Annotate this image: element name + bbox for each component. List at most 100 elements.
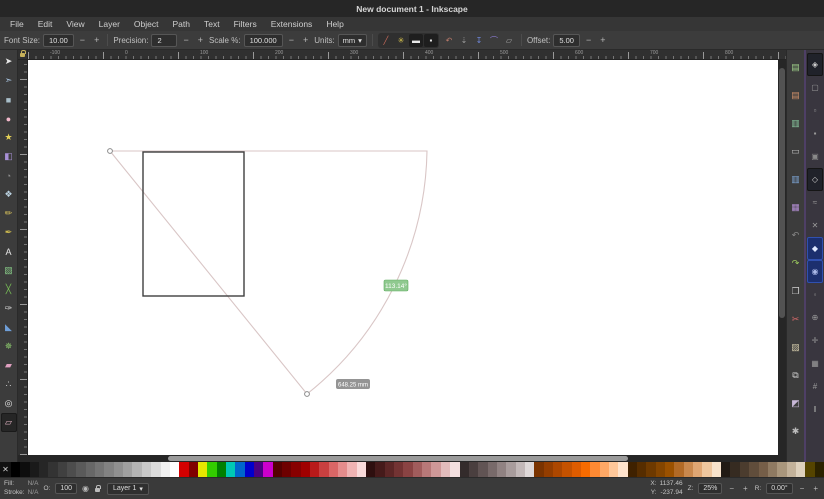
palette-swatch[interactable]: [310, 462, 319, 477]
snap-bbox-edges[interactable]: ▫: [807, 99, 823, 122]
palette-swatch[interactable]: [254, 462, 263, 477]
vertical-scrollbar-thumb[interactable]: [779, 68, 785, 318]
calligraphy-tool[interactable]: ✒: [1, 223, 17, 242]
palette-swatch[interactable]: [815, 462, 824, 477]
palette-swatch[interactable]: [712, 462, 721, 477]
phantom-measure[interactable]: ⇣: [457, 34, 471, 47]
palette-swatch[interactable]: [375, 462, 384, 477]
font-size-input[interactable]: 10.00: [43, 34, 74, 47]
palette-swatch[interactable]: [618, 462, 627, 477]
palette-swatch[interactable]: [422, 462, 431, 477]
snap-object-centers[interactable]: ⊕: [807, 306, 823, 329]
snap-bbox[interactable]: ▢: [807, 76, 823, 99]
mesh-tool[interactable]: ╳: [1, 280, 17, 299]
palette-swatch[interactable]: [525, 462, 534, 477]
zoom-tool[interactable]: ◎: [1, 394, 17, 413]
zoom-input[interactable]: 25%: [698, 483, 722, 494]
palette-swatch[interactable]: [170, 462, 179, 477]
palette-swatch[interactable]: [590, 462, 599, 477]
cut[interactable]: ✂: [788, 305, 804, 333]
document-new[interactable]: ▤: [788, 53, 804, 81]
palette-swatch[interactable]: [759, 462, 768, 477]
measure-tool[interactable]: ▱: [1, 413, 17, 432]
measure-start-node[interactable]: [108, 149, 113, 154]
offset-minus-button[interactable]: −: [583, 35, 594, 45]
palette-swatch[interactable]: [572, 462, 581, 477]
palette-swatch[interactable]: [20, 462, 29, 477]
palette-swatch[interactable]: [347, 462, 356, 477]
palette-swatch[interactable]: [291, 462, 300, 477]
menu-path[interactable]: Path: [166, 18, 196, 30]
precision-input[interactable]: 2: [151, 34, 177, 47]
font-size-plus-button[interactable]: +: [91, 35, 102, 45]
gradient-tool[interactable]: ▧: [1, 261, 17, 280]
precision-plus-button[interactable]: +: [195, 35, 206, 45]
snap-grids[interactable]: #: [807, 375, 823, 398]
document-open[interactable]: ▤: [788, 81, 804, 109]
vertical-scrollbar[interactable]: [778, 60, 786, 455]
measure-end-node[interactable]: [305, 392, 310, 397]
ellipse-tool[interactable]: ●: [1, 109, 17, 128]
palette-swatch[interactable]: [656, 462, 665, 477]
rotation-plus-button[interactable]: +: [811, 484, 820, 493]
palette-swatch[interactable]: [740, 462, 749, 477]
palette-swatch[interactable]: [123, 462, 132, 477]
vertical-ruler[interactable]: [18, 60, 28, 455]
layer-lock-icon[interactable]: [94, 484, 102, 494]
copy[interactable]: ❐: [788, 277, 804, 305]
rotation-input[interactable]: 0.00°: [766, 483, 792, 494]
layer-selector[interactable]: Layer 1 ▾: [107, 483, 149, 495]
palette-swatch[interactable]: [263, 462, 272, 477]
tweak-tool[interactable]: ❖: [1, 185, 17, 204]
snap-nodes[interactable]: ◇: [807, 168, 823, 191]
export[interactable]: ▦: [788, 193, 804, 221]
document-save[interactable]: ▥: [788, 109, 804, 137]
opacity-input[interactable]: 100: [55, 483, 77, 494]
palette-swatch[interactable]: [665, 462, 674, 477]
palette-swatch[interactable]: [581, 462, 590, 477]
show-hidden-intersections[interactable]: ▪: [424, 34, 438, 47]
selector-tool[interactable]: ➤: [1, 52, 17, 71]
palette-swatch[interactable]: [132, 462, 141, 477]
palette-swatch[interactable]: [329, 462, 338, 477]
snap-rotation-centers[interactable]: ✛: [807, 329, 823, 352]
snap-guides[interactable]: ‖: [807, 398, 823, 421]
rectangle-shape[interactable]: [143, 152, 244, 296]
palette-swatch[interactable]: [58, 462, 67, 477]
palette-swatch[interactable]: [142, 462, 151, 477]
palette-swatch[interactable]: [245, 462, 254, 477]
palette-swatch[interactable]: [441, 462, 450, 477]
palette-swatch[interactable]: [357, 462, 366, 477]
snap-page-border[interactable]: ▦: [807, 352, 823, 375]
fill-stroke-indicator[interactable]: Fill: N/A Stroke: N/A: [4, 480, 38, 498]
snap-bbox-centers[interactable]: ▣: [807, 145, 823, 168]
units-dropdown[interactable]: mm ▾: [338, 34, 367, 47]
font-size-minus-button[interactable]: −: [77, 35, 88, 45]
menu-extensions[interactable]: Extensions: [265, 18, 319, 30]
palette-swatch[interactable]: [684, 462, 693, 477]
eraser-tool[interactable]: ▰: [1, 356, 17, 375]
redo[interactable]: ↷: [788, 249, 804, 277]
palette-swatch[interactable]: [460, 462, 469, 477]
menu-view[interactable]: View: [60, 18, 90, 30]
palette-swatch[interactable]: [674, 462, 683, 477]
scale-plus-button[interactable]: +: [300, 35, 311, 45]
layer-visibility-icon[interactable]: ◉: [82, 484, 89, 493]
menu-edit[interactable]: Edit: [32, 18, 59, 30]
reverse-measure[interactable]: ↶: [442, 34, 456, 47]
menu-text[interactable]: Text: [198, 18, 226, 30]
zoom-minus-button[interactable]: −: [727, 484, 736, 493]
palette-swatch[interactable]: [86, 462, 95, 477]
palette-swatch[interactable]: [403, 462, 412, 477]
offset-plus-button[interactable]: +: [597, 35, 608, 45]
palette-swatch[interactable]: [497, 462, 506, 477]
palette-swatch[interactable]: [413, 462, 422, 477]
ruler-corner[interactable]: [18, 50, 28, 60]
palette-swatch[interactable]: [385, 462, 394, 477]
fill-stroke-dialog[interactable]: ◩: [788, 389, 804, 417]
palette-swatch[interactable]: [600, 462, 609, 477]
palette-swatch[interactable]: [198, 462, 207, 477]
offset-input[interactable]: 5.00: [553, 34, 580, 47]
show-measurements[interactable]: ▬: [409, 34, 423, 47]
scale-input[interactable]: 100.000: [244, 34, 283, 47]
